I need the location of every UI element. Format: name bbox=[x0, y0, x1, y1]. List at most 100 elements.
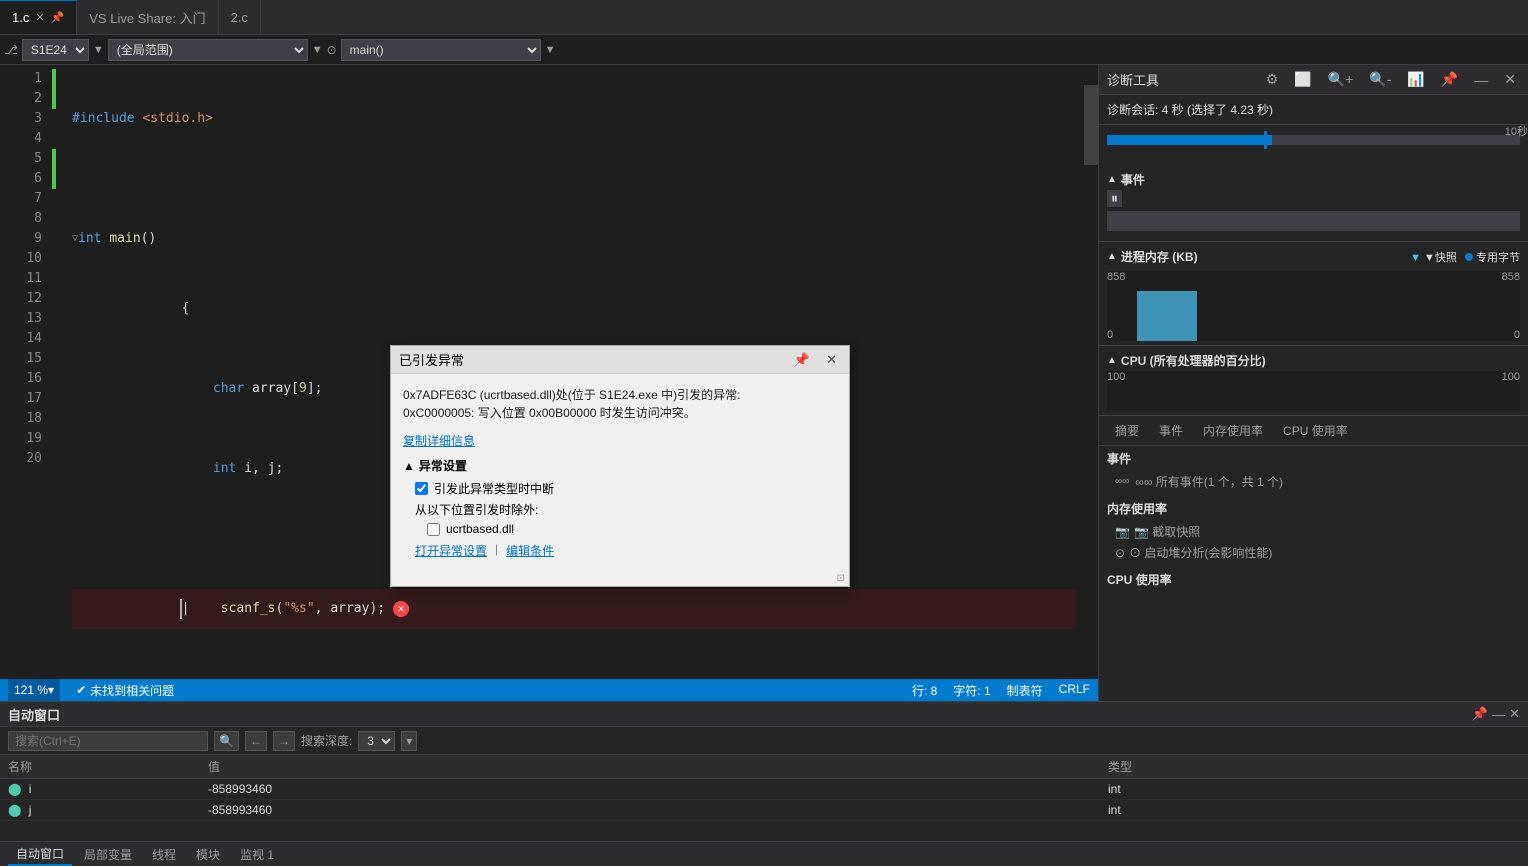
memory-bottom-title: 内存使用率 bbox=[1107, 500, 1520, 517]
bottom-tab-auto[interactable]: 自动窗口 bbox=[8, 842, 72, 866]
diag-zoom-out-btn[interactable]: 🔍- bbox=[1365, 69, 1395, 90]
heap-icon: ⊙ bbox=[1115, 546, 1125, 560]
timeline-label: 10秒 bbox=[1505, 123, 1528, 139]
ln-13: 13 bbox=[0, 309, 42, 329]
depth-select[interactable]: 3 bbox=[358, 731, 395, 751]
tab-1c-pin[interactable]: 📌 bbox=[51, 11, 65, 24]
diag-zoom-in-btn[interactable]: 🔍+ bbox=[1324, 69, 1358, 90]
ln-2: 2 bbox=[0, 89, 42, 109]
events-section-title[interactable]: ▲ 事件 bbox=[1107, 169, 1520, 190]
editor-area: 1 2 3 4 5 6 7 8 9 10 11 12 13 14 15 16 1… bbox=[0, 65, 1098, 701]
open-exception-settings-link[interactable]: 打开异常设置 bbox=[415, 542, 487, 559]
memory-section-title[interactable]: ▲ 进程内存 (KB) bbox=[1107, 246, 1198, 267]
camera-icon: 📷 bbox=[1115, 525, 1130, 539]
branch-select[interactable]: S1E24 bbox=[22, 39, 89, 61]
status-ok: ✔ 未找到相关问题 bbox=[76, 682, 174, 699]
session-label: 诊断会话: 4 秒 (选择了 4.23 秒) bbox=[1107, 103, 1273, 117]
code-line-2 bbox=[72, 169, 1076, 189]
bottom-pin-btn[interactable]: 📌 bbox=[1472, 706, 1488, 722]
dialog-close-button[interactable]: ✕ bbox=[822, 352, 841, 368]
tab-1c-close[interactable]: ✕ bbox=[35, 11, 44, 24]
diag-close-btn2[interactable]: ✕ bbox=[1500, 69, 1520, 90]
col-value: 值 bbox=[200, 755, 1100, 779]
table-row-i: ⬤ i -858993460 int bbox=[0, 779, 1528, 800]
fn-main: main bbox=[109, 229, 140, 249]
cpu-bottom-title: CPU 使用率 bbox=[1107, 571, 1520, 588]
diag-tab-memory[interactable]: 内存使用率 bbox=[1195, 420, 1271, 441]
var-name-j: j bbox=[29, 803, 32, 817]
bottom-collapse-btn[interactable]: — bbox=[1492, 706, 1505, 722]
screenshot-button[interactable]: 📷 📷 截取快照 bbox=[1107, 521, 1520, 542]
events-count-icon: ∞∞ bbox=[1115, 476, 1129, 487]
function-select[interactable]: main() bbox=[341, 39, 541, 61]
diag-collapse-btn[interactable]: — bbox=[1470, 70, 1492, 90]
toolbar-arrow1: ▼ bbox=[93, 44, 104, 56]
ln-4: 4 bbox=[0, 129, 42, 149]
heap-button[interactable]: ⊙ ⊙ 启动堆分析(会影响性能) bbox=[1107, 542, 1520, 563]
checkbox-break-label: 引发此异常类型时中断 bbox=[434, 480, 554, 497]
link-separator: | bbox=[495, 542, 498, 559]
dialog-pin-button[interactable]: 📌 bbox=[790, 352, 814, 368]
bottom-tab-watch1[interactable]: 监视 1 bbox=[232, 842, 282, 866]
code-line-3: ▽int main() bbox=[72, 229, 1076, 249]
ln-1: 1 bbox=[0, 69, 42, 89]
diag-header: 诊断工具 ⚙ ⬜ 🔍+ 🔍- 📊 📌 — ✕ bbox=[1099, 65, 1528, 95]
ln-10: 10 bbox=[0, 249, 42, 269]
scrollbar-thumb[interactable] bbox=[1084, 85, 1098, 165]
exception-dialog: 已引发异常 📌 ✕ 0x7ADFE63C (ucrtbased.dll)处(位于… bbox=[390, 345, 850, 587]
tab-1c-label: 1.c bbox=[12, 10, 29, 25]
bottom-tab-modules[interactable]: 模块 bbox=[188, 842, 228, 866]
dialog-copy-link[interactable]: 复制详细信息 bbox=[403, 434, 475, 448]
cpu-section-title[interactable]: ▲ CPU (所有处理器的百分比) bbox=[1107, 350, 1520, 371]
events-triangle-icon: ▲ bbox=[1107, 174, 1117, 185]
toolbar-arrow2: ▼ bbox=[312, 44, 323, 56]
bottom-tab-threads[interactable]: 线程 bbox=[144, 842, 184, 866]
diag-tab-row: 摘要 事件 内存使用率 CPU 使用率 bbox=[1099, 416, 1528, 446]
diag-tab-cpu[interactable]: CPU 使用率 bbox=[1275, 420, 1356, 441]
bottom-close-btn[interactable]: ✕ bbox=[1509, 706, 1520, 722]
tab-2c[interactable]: 2.c bbox=[219, 0, 261, 34]
fn-scanf: scanf_s bbox=[221, 599, 276, 619]
bottom-tab-locals[interactable]: 局部变量 bbox=[76, 842, 140, 866]
tab-liveshare[interactable]: VS Live Share: 入门 bbox=[77, 0, 218, 34]
ln-8: 8 bbox=[0, 209, 42, 229]
search-arrow-right-btn[interactable]: → bbox=[273, 731, 295, 751]
diag-settings-btn[interactable]: ⚙ bbox=[1262, 69, 1283, 90]
status-char: 字符: 1 bbox=[953, 682, 990, 699]
diag-chart-btn[interactable]: 📊 bbox=[1403, 69, 1428, 90]
diag-tab-summary[interactable]: 摘要 bbox=[1107, 420, 1147, 441]
zoom-level[interactable]: 121 % ▾ bbox=[8, 679, 60, 701]
dialog-resize-handle[interactable]: ⊡ bbox=[391, 571, 849, 586]
events-section: ▲ 事件 ⏸ bbox=[1099, 165, 1528, 242]
memory-section: ▲ 进程内存 (KB) ▼ ▼快照 专用字节 858 858 0 bbox=[1099, 242, 1528, 346]
ln-12: 12 bbox=[0, 289, 42, 309]
pause-button[interactable]: ⏸ bbox=[1107, 190, 1122, 207]
depth-arrow-btn[interactable]: ▾ bbox=[401, 731, 417, 751]
dialog-section-title[interactable]: ▲ 异常设置 bbox=[403, 457, 837, 474]
status-check-icon: ✔ bbox=[76, 683, 86, 697]
var-array2: array bbox=[330, 599, 369, 619]
diag-session: 诊断会话: 4 秒 (选择了 4.23 秒) bbox=[1099, 95, 1528, 125]
edit-condition-link[interactable]: 编辑条件 bbox=[506, 542, 554, 559]
checkbox-break-on-type[interactable] bbox=[415, 482, 428, 495]
search-input[interactable] bbox=[8, 731, 208, 751]
diag-tab-events[interactable]: 事件 bbox=[1151, 420, 1191, 441]
memory-bar-chart bbox=[1137, 291, 1197, 341]
timeline-marker bbox=[1264, 131, 1267, 149]
code-line-4: { bbox=[72, 289, 1076, 329]
search-arrow-left-btn[interactable]: ← bbox=[245, 731, 267, 751]
diag-select-btn[interactable]: ⬜ bbox=[1290, 69, 1315, 90]
diag-pin-btn[interactable]: 📌 bbox=[1437, 69, 1462, 90]
scope-select[interactable]: (全局范围) bbox=[108, 39, 308, 61]
editor-scrollbar[interactable] bbox=[1084, 65, 1098, 679]
events-count-item: ∞∞ ∞∞ 所有事件(1 个，共 1 个) bbox=[1107, 471, 1520, 492]
code-line-8: | scanf_s("%s", array); ✕ bbox=[72, 589, 1076, 629]
checkbox-ucrtbased[interactable] bbox=[427, 523, 440, 536]
search-magnifier-btn[interactable]: 🔍 bbox=[214, 731, 239, 751]
gutter bbox=[50, 65, 64, 679]
tab-1c[interactable]: 1.c ✕ 📌 bbox=[0, 0, 77, 34]
bottom-header: 自动窗口 📌 — ✕ bbox=[0, 702, 1528, 727]
memory-y-min-right: 0 bbox=[1514, 329, 1520, 341]
screenshot-label: 📷 截取快照 bbox=[1134, 523, 1200, 540]
brace-open: { bbox=[182, 299, 190, 319]
